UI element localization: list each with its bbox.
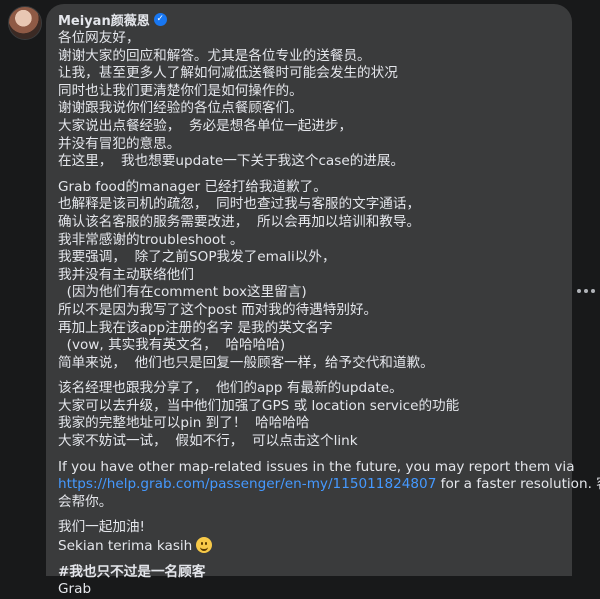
comment-line: (vow, 其实我有英文名， 哈哈哈哈) [58, 337, 286, 354]
comment-line: (因为他们有在comment box这里留言) [58, 284, 307, 301]
author-name[interactable]: Meiyan颜薇恩 [58, 10, 150, 29]
comment: Meiyan颜薇恩 ✓ 各位网友好， 谢谢大家的回应和解答。尤其是各位专业的送餐员… [0, 0, 600, 597]
hashtag[interactable]: #我也只不过是一名顾客 [58, 564, 560, 582]
signature: Grab [58, 581, 92, 598]
closing-line-1: 我们一起加油! [58, 519, 146, 536]
comment-line: 再加上我在该app注册的名字 是我的英文名字 [58, 319, 333, 336]
verified-badge-icon: ✓ [153, 12, 167, 26]
comment-line: 该名经理也跟我分享了， 他们的app 有最新的update。 [58, 380, 403, 397]
comment-line: 我并没有主动联络他们 [58, 266, 194, 283]
comment-line: 各位网友好， [58, 30, 140, 46]
closing-text-2: Sekian terima kasih [58, 538, 193, 555]
map-issue-line: If you have other map-related issues in … [58, 458, 575, 475]
comment-line: 谢谢跟我说你们经验的各位点餐顾客们。 [58, 100, 303, 117]
help-link[interactable]: https://help.grab.com/passenger/en-my/11… [58, 476, 436, 492]
smiling-face-emoji [196, 537, 213, 554]
comment-line: 在这里， 我也想要update一下关于我这个case的进展。 [58, 153, 405, 170]
paragraph-app: 该名经理也跟我分享了， 他们的app 有最新的update。 大家可以去升级，当中… [58, 380, 560, 450]
paragraph-intro: 各位网友好， 谢谢大家的回应和解答。尤其是各位专业的送餐员。 让我，甚至更多人了解如… [58, 30, 560, 171]
more-options-icon[interactable] [577, 285, 595, 297]
comment-line: Grab food的manager 已经打给我道歉了。 [58, 178, 327, 195]
comment-line: 我要强调， 除了之前SOP我发了emali以外， [58, 249, 336, 266]
comment-line: 同时也让我们更清楚你们是如何操作的。 [58, 82, 303, 99]
paragraph-update: Grab food的manager 已经打给我道歉了。 也解释是该司机的疏忽， 同… [58, 179, 560, 373]
after-link-text: for a faster resolution. 客服 [440, 476, 600, 493]
comment-line: 谢谢大家的回应和解答。尤其是各位专业的送餐员。 [58, 47, 371, 64]
comment-line: 确认该名客服的服务需要改进， 所以会再加以培训和教导。 [58, 213, 421, 230]
avatar[interactable] [8, 6, 42, 40]
comment-line: 我家的完整地址可以pin 到了！ 哈哈哈哈 [58, 415, 310, 432]
after-link-text-2: 会帮你。 [58, 493, 113, 510]
comment-line: 简单来说， 他们也只是回复一般顾客一样，给予交代和道歉。 [58, 354, 434, 371]
comment-line: 并没有冒犯的意思。 [58, 135, 181, 152]
author-row: Meiyan颜薇恩 ✓ [58, 10, 560, 29]
comment-line: 所以不是因为我写了这个post 而对我的待遇特别好。 [58, 301, 378, 318]
comment-line: 让我，甚至更多人了解如何减低送餐时可能会发生的状况 [58, 65, 398, 82]
comment-bubble: Meiyan颜薇恩 ✓ 各位网友好， 谢谢大家的回应和解答。尤其是各位专业的送餐员… [46, 4, 600, 597]
comment-line: 大家说出点餐经验， 务必是想各单位一起进步， [58, 117, 353, 134]
comment-line: 也解释是该司机的疏忽， 同时也查过我与客服的文字通话， [58, 196, 421, 213]
comment-line: 我非常感谢的troubleshoot 。 [58, 231, 244, 248]
closing-line-2: Sekian terima kasih [58, 537, 560, 556]
comment-line: 大家可以去升级，当中他们加强了GPS 或 location service的功能 [58, 397, 460, 414]
comment-line: 大家不妨试一试， 假如不行， 可以点击这个link [58, 433, 358, 450]
help-link-line: https://help.grab.com/passenger/en-my/11… [58, 476, 600, 494]
